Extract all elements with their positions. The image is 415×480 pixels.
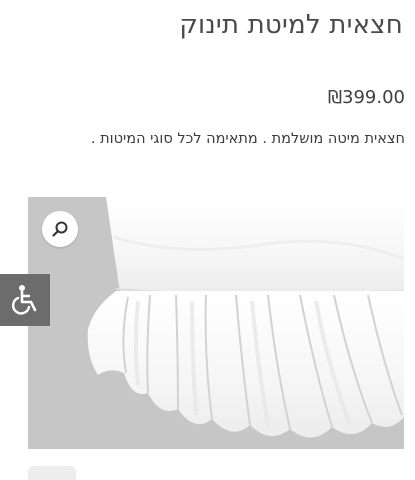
product-price: ₪399.00	[327, 87, 405, 108]
thumbnail-edge	[28, 466, 76, 480]
wheelchair-icon	[11, 285, 37, 315]
crib-skirt-illustration	[28, 197, 404, 449]
product-description: חצאית מיטה מושלמת . מתאימה לכל סוגי המיט…	[90, 131, 405, 147]
product-title: חצאית למיטת תינוק	[179, 10, 403, 40]
product-image[interactable]	[28, 197, 404, 449]
magnifier-icon	[52, 221, 68, 237]
accessibility-button[interactable]	[0, 274, 50, 326]
zoom-button[interactable]	[42, 211, 78, 247]
